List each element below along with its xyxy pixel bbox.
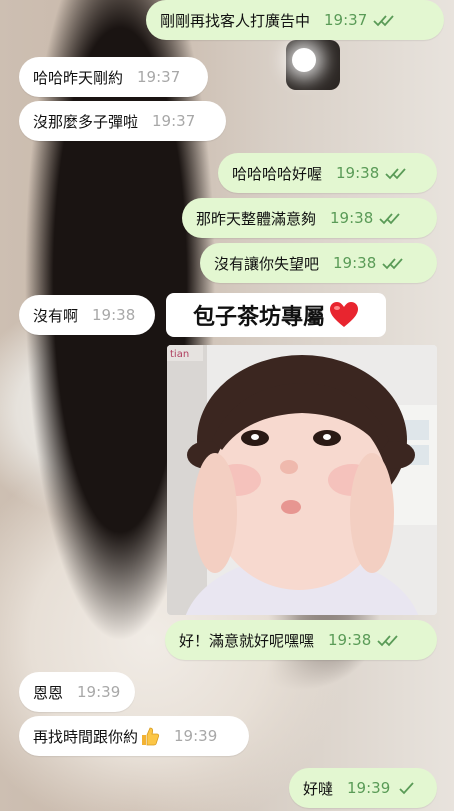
message-time: 19:37 [137, 68, 181, 86]
message-time: 19:38 [92, 306, 136, 324]
wallpaper-lamp [286, 40, 340, 90]
message-bubble[interactable]: 哈哈哈哈好喔 19:38 [218, 153, 437, 193]
message-text: 沒有讓你失望吧 [214, 254, 320, 273]
message-time: 19:39 [347, 779, 391, 797]
message-text: 那昨天整體滿意夠 [196, 209, 317, 228]
message-bubble[interactable]: 好！滿意就好呢嘿嘿 19:38 [165, 620, 437, 660]
heart-icon [329, 301, 359, 329]
message-text: 哈哈昨天剛約 [33, 68, 124, 87]
message-text: 沒那麼多子彈啦 [33, 112, 139, 131]
message-bubble[interactable]: 沒有讓你失望吧 19:38 [200, 243, 437, 283]
message-text: 剛剛再找客人打廣告中 [160, 11, 311, 30]
message-text: 恩恩 [33, 683, 64, 702]
message-bubble[interactable]: 沒有啊 19:38 [19, 295, 155, 335]
shared-photo[interactable]: tian [167, 345, 437, 615]
message-bubble[interactable]: 沒那麼多子彈啦 19:37 [19, 101, 226, 141]
message-text: 哈哈哈哈好喔 [232, 164, 323, 183]
sent-check-icon [396, 781, 418, 795]
message-bubble[interactable]: 再找時間跟你約 19:39 [19, 716, 249, 756]
message-bubble[interactable]: 哈哈昨天剛約 19:37 [19, 57, 208, 97]
message-text: 好！滿意就好呢嘿嘿 [179, 631, 315, 650]
message-time: 19:38 [330, 209, 374, 227]
read-double-check-icon [385, 166, 407, 180]
sticker-label[interactable]: 包子茶坊專屬 [166, 293, 386, 337]
read-double-check-icon [379, 211, 401, 225]
read-double-check-icon [377, 633, 399, 647]
message-bubble[interactable]: 恩恩 19:39 [19, 672, 135, 712]
message-text: 好噠 [303, 779, 334, 798]
message-text: 沒有啊 [33, 306, 79, 325]
sticker-text: 包子茶坊專屬 [192, 305, 325, 330]
message-time: 19:39 [77, 683, 121, 701]
message-time: 19:39 [174, 727, 218, 745]
message-time: 19:37 [152, 112, 196, 130]
message-time: 19:38 [333, 254, 377, 272]
message-text: 再找時間跟你約 [33, 727, 139, 746]
message-time: 19:38 [336, 164, 380, 182]
read-double-check-icon [373, 13, 395, 27]
thumbs-up-icon [140, 726, 160, 746]
message-bubble[interactable]: 那昨天整體滿意夠 19:38 [182, 198, 437, 238]
message-bubble[interactable]: 好噠 19:39 [289, 768, 437, 808]
read-double-check-icon [382, 256, 404, 270]
message-time: 19:37 [324, 11, 368, 29]
message-bubble[interactable]: 剛剛再找客人打廣告中 19:37 [146, 0, 444, 40]
photo-corner-text: tian [170, 349, 189, 360]
message-time: 19:38 [328, 631, 372, 649]
